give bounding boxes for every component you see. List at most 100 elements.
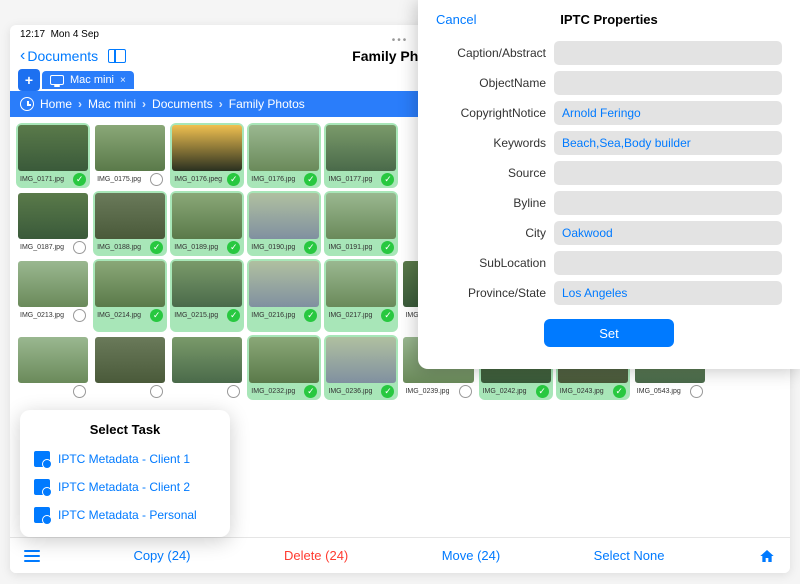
photo-thumb[interactable]: IMG_0176.jpg✓	[247, 123, 321, 188]
field-label: Source	[436, 166, 546, 180]
thumb-image	[326, 125, 396, 171]
check-icon[interactable]: ✓	[381, 309, 394, 322]
thumb-image	[18, 125, 88, 171]
crumb-mac-mini[interactable]: Mac mini	[88, 97, 136, 111]
check-icon[interactable]: ✓	[227, 173, 240, 186]
cancel-button[interactable]: Cancel	[436, 12, 476, 27]
check-icon[interactable]: ✓	[304, 241, 317, 254]
photo-thumb[interactable]: IMG_0215.jpg ✓	[170, 259, 244, 332]
drag-dots-icon[interactable]: •••	[392, 35, 409, 46]
task-icon	[34, 507, 50, 523]
photo-thumb[interactable]	[16, 335, 90, 400]
field-input-objectname[interactable]	[554, 71, 782, 95]
field-label: Caption/Abstract	[436, 46, 546, 60]
field-input-provincestate[interactable]	[554, 281, 782, 305]
thumb-filename: IMG_0191.jpg	[328, 244, 372, 251]
photo-thumb[interactable]: IMG_0187.jpg	[16, 191, 90, 256]
thumb-filename: IMG_0215.jpg	[174, 312, 218, 319]
circle-icon[interactable]	[150, 173, 163, 186]
photo-thumb[interactable]: IMG_0236.jpg✓	[324, 335, 398, 400]
crumb-family-photos[interactable]: Family Photos	[229, 97, 305, 111]
thumb-filename: IMG_0217.jpg	[328, 312, 372, 319]
add-tab-button[interactable]: +	[18, 69, 40, 91]
check-icon[interactable]: ✓	[150, 241, 163, 254]
photo-thumb[interactable]: IMG_0190.jpg✓	[247, 191, 321, 256]
chevron-left-icon: ‹	[20, 47, 25, 65]
thumb-image	[172, 125, 242, 171]
photo-thumb[interactable]	[170, 335, 244, 400]
photo-thumb[interactable]: IMG_0216.jpg✓	[247, 259, 321, 332]
thumb-filename: IMG_0188.jpg	[97, 244, 141, 251]
copy-button[interactable]: Copy (24)	[133, 548, 190, 563]
circle-icon[interactable]	[73, 241, 86, 254]
photo-thumb[interactable]: IMG_0213.jpg	[16, 259, 90, 332]
delete-button[interactable]: Delete (24)	[284, 548, 348, 563]
field-input-keywords[interactable]	[554, 131, 782, 155]
thumb-image	[18, 261, 88, 307]
photo-thumb[interactable]: IMG_0176.jpeg✓	[170, 123, 244, 188]
photo-thumb[interactable]: IMG_0191.jpg ✓	[324, 191, 398, 256]
circle-icon[interactable]	[73, 309, 86, 322]
check-icon[interactable]: ✓	[613, 385, 626, 398]
check-icon[interactable]: ✓	[304, 309, 317, 322]
home-icon[interactable]	[758, 548, 776, 564]
tab-mac-mini[interactable]: Mac mini ×	[42, 71, 134, 89]
sidebar-toggle-icon[interactable]	[108, 49, 126, 63]
check-icon[interactable]: ✓	[304, 385, 317, 398]
close-tab-icon[interactable]: ×	[120, 75, 126, 86]
check-icon[interactable]: ✓	[536, 385, 549, 398]
set-button[interactable]: Set	[544, 319, 674, 347]
thumb-image	[18, 193, 88, 239]
select-none-button[interactable]: Select None	[594, 548, 665, 563]
field-input-source[interactable]	[554, 161, 782, 185]
field-input-copyrightnotice[interactable]	[554, 101, 782, 125]
check-icon[interactable]: ✓	[381, 241, 394, 254]
thumb-image	[326, 261, 396, 307]
move-button[interactable]: Move (24)	[442, 548, 501, 563]
photo-thumb[interactable]: IMG_0232.jpg✓	[247, 335, 321, 400]
field-label: Keywords	[436, 136, 546, 150]
circle-icon[interactable]	[227, 385, 240, 398]
menu-icon[interactable]	[24, 550, 40, 562]
thumb-image	[172, 261, 242, 307]
photo-thumb[interactable]	[93, 335, 167, 400]
chevron-right-icon: ›	[142, 97, 146, 111]
field-input-captionabstract[interactable]	[554, 41, 782, 65]
field-input-sublocation[interactable]	[554, 251, 782, 275]
photo-thumb[interactable]: IMG_0177.jpg✓	[324, 123, 398, 188]
crumb-home[interactable]: Home	[40, 97, 72, 111]
photo-thumb[interactable]: IMG_0214.jpg✓	[93, 259, 167, 332]
check-icon[interactable]: ✓	[304, 173, 317, 186]
chevron-right-icon: ›	[78, 97, 82, 111]
photo-thumb[interactable]: IMG_0175.jpg	[93, 123, 167, 188]
field-input-byline[interactable]	[554, 191, 782, 215]
history-icon[interactable]	[20, 97, 34, 111]
circle-icon[interactable]	[73, 385, 86, 398]
task-popup-title: Select Task	[20, 418, 230, 445]
check-icon[interactable]: ✓	[381, 385, 394, 398]
bottom-toolbar: Copy (24) Delete (24) Move (24) Select N…	[10, 537, 790, 573]
circle-icon[interactable]	[459, 385, 472, 398]
photo-thumb[interactable]: IMG_0171.jpg✓	[16, 123, 90, 188]
circle-icon[interactable]	[150, 385, 163, 398]
field-input-city[interactable]	[554, 221, 782, 245]
photo-thumb[interactable]: IMG_0217.jpg ✓	[324, 259, 398, 332]
back-button[interactable]: ‹ Documents	[20, 47, 98, 65]
photo-thumb[interactable]: IMG_0188.jpg ✓	[93, 191, 167, 256]
task-item[interactable]: IPTC Metadata - Personal	[20, 501, 230, 529]
check-icon[interactable]: ✓	[73, 173, 86, 186]
check-icon[interactable]: ✓	[227, 309, 240, 322]
circle-icon[interactable]	[690, 385, 703, 398]
thumb-image	[249, 125, 319, 171]
thumb-filename: IMG_0187.jpg	[20, 244, 64, 251]
crumb-documents[interactable]: Documents	[152, 97, 213, 111]
device-icon	[50, 75, 64, 85]
task-item[interactable]: IPTC Metadata - Client 1	[20, 445, 230, 473]
check-icon[interactable]: ✓	[227, 241, 240, 254]
check-icon[interactable]: ✓	[381, 173, 394, 186]
thumb-filename: IMG_0239.jpg	[405, 388, 449, 395]
photo-thumb[interactable]: IMG_0189.jpg✓	[170, 191, 244, 256]
check-icon[interactable]: ✓	[150, 309, 163, 322]
thumb-image	[249, 337, 319, 383]
task-item[interactable]: IPTC Metadata - Client 2	[20, 473, 230, 501]
